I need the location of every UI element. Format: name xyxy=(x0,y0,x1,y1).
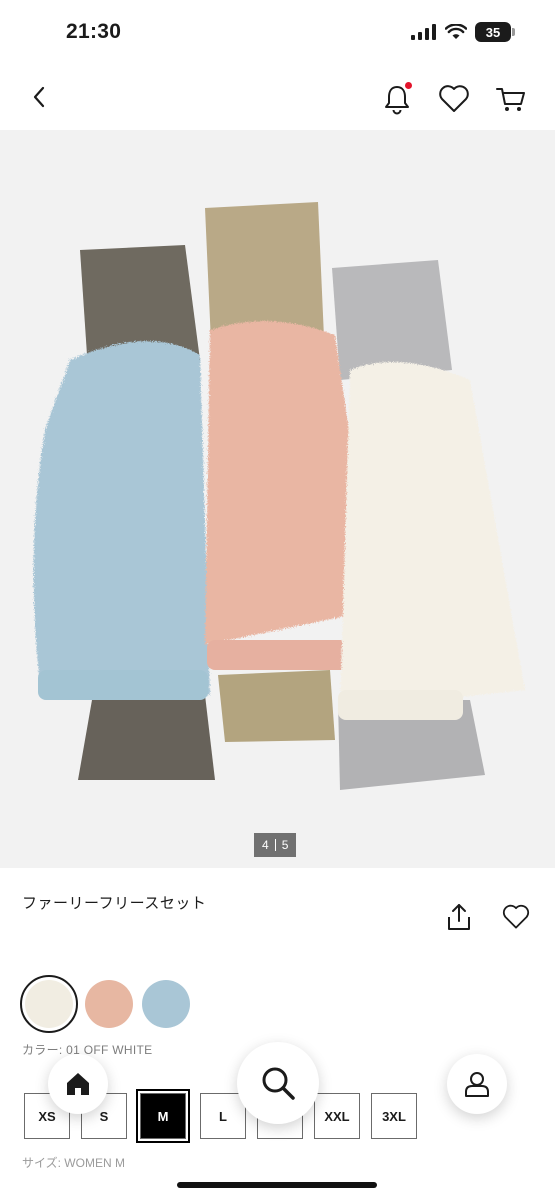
notification-dot xyxy=(405,82,412,89)
pager-current: 4 xyxy=(262,838,269,852)
size-label: XS xyxy=(38,1108,56,1124)
color-swatch-blue[interactable] xyxy=(142,980,190,1028)
status-icons: 35 xyxy=(411,22,515,42)
color-swatch-off-white[interactable] xyxy=(25,980,73,1028)
fleece-set-illustration xyxy=(33,202,525,790)
pager-total: 5 xyxy=(281,838,289,852)
wifi-icon xyxy=(445,24,467,39)
home-icon xyxy=(67,1073,89,1095)
product-title: ファーリーフリースセット xyxy=(22,895,207,912)
size-option-xxl[interactable]: XXL xyxy=(314,1093,360,1139)
heart-icon xyxy=(502,904,530,929)
search-fab[interactable] xyxy=(237,1042,319,1124)
battery-level: 35 xyxy=(485,24,501,40)
image-pager: 4 5 xyxy=(254,833,297,857)
pager-divider xyxy=(274,839,276,851)
size-option-m[interactable]: M xyxy=(136,1089,190,1143)
notifications-button[interactable] xyxy=(380,82,414,116)
top-nav xyxy=(0,62,555,130)
size-label: L xyxy=(219,1108,227,1124)
person-icon xyxy=(465,1072,489,1097)
share-button[interactable] xyxy=(445,902,473,932)
heart-icon xyxy=(439,85,469,112)
chevron-left-icon xyxy=(33,86,45,108)
size-option-l[interactable]: L xyxy=(200,1093,246,1139)
size-label: M xyxy=(157,1108,169,1124)
favorite-button[interactable] xyxy=(501,902,531,932)
share-icon xyxy=(448,904,470,930)
back-button[interactable] xyxy=(22,80,56,114)
size-selection-label: サイズ: WOMEN M xyxy=(22,1156,125,1170)
status-time: 21:30 xyxy=(66,20,122,43)
status-bar: 21:30 35 xyxy=(0,0,555,62)
cart-button[interactable] xyxy=(494,82,528,116)
product-image[interactable] xyxy=(0,130,555,868)
size-label: XXL xyxy=(324,1108,350,1124)
home-fab[interactable] xyxy=(48,1054,108,1114)
home-indicator xyxy=(177,1182,377,1188)
battery-indicator: 35 xyxy=(475,22,515,42)
account-fab[interactable] xyxy=(447,1054,507,1114)
wishlist-nav-button[interactable] xyxy=(437,82,471,116)
size-label: 3XL xyxy=(382,1108,406,1124)
search-icon xyxy=(262,1067,295,1100)
cart-icon xyxy=(496,88,525,111)
size-option-3xl[interactable]: 3XL xyxy=(371,1093,417,1139)
signal-icon xyxy=(411,24,436,40)
size-label: S xyxy=(99,1108,109,1124)
color-swatch-pink[interactable] xyxy=(85,980,133,1028)
